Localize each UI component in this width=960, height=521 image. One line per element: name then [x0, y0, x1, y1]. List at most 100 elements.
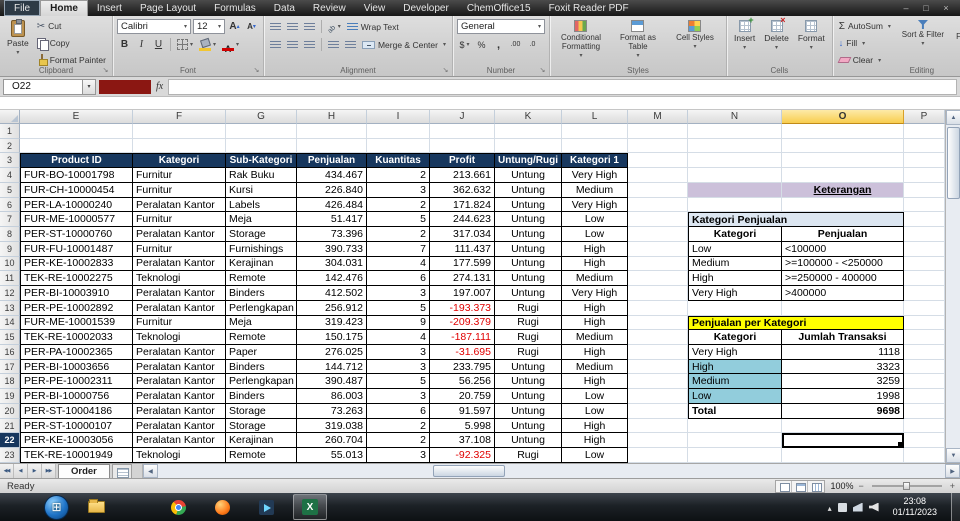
cell-I22[interactable]: 2 [367, 433, 430, 449]
underline-button[interactable]: U [151, 37, 166, 52]
cell-E2[interactable] [20, 138, 133, 154]
page-break-view-button[interactable] [808, 481, 824, 492]
cell-E1[interactable] [20, 124, 133, 139]
cell-I14[interactable]: 9 [367, 315, 430, 331]
cell-G21[interactable]: Storage [226, 418, 297, 434]
row-header-9[interactable]: 9 [0, 241, 20, 257]
insert-worksheet-button[interactable] [111, 464, 132, 478]
number-format-select[interactable]: General [456, 19, 545, 34]
cell-O23[interactable] [782, 448, 904, 463]
cut-button[interactable]: Cut [35, 19, 108, 33]
cell-J13[interactable]: -193.373 [430, 300, 495, 316]
cell-I20[interactable]: 6 [367, 403, 430, 419]
cell-P2[interactable] [904, 138, 945, 154]
cell-E18[interactable]: PER-PE-10002311 [20, 374, 133, 390]
cell-I11[interactable]: 6 [367, 271, 430, 287]
cell-H14[interactable]: 319.423 [297, 315, 367, 331]
cell-G8[interactable]: Storage [226, 227, 297, 242]
align-top-button[interactable] [268, 19, 283, 34]
cell-H2[interactable] [297, 138, 367, 154]
tray-volume-icon[interactable] [868, 502, 879, 512]
taskbar-chrome-button[interactable] [161, 494, 195, 520]
cell-G12[interactable]: Binders [226, 286, 297, 301]
cell-P16[interactable] [904, 345, 945, 360]
cell-K10[interactable]: Untung [495, 256, 562, 272]
cell-E3[interactable]: Product ID [20, 153, 133, 169]
cell-P18[interactable] [904, 374, 945, 390]
row-header-3[interactable]: 3 [0, 153, 20, 169]
cell-P5[interactable] [904, 182, 945, 198]
cell-G7[interactable]: Meja [226, 212, 297, 228]
cell-M1[interactable] [628, 124, 688, 139]
tray-network-icon[interactable] [852, 502, 863, 512]
cell-N19[interactable]: Low [688, 389, 782, 404]
align-left-button[interactable] [268, 37, 283, 52]
cell-H12[interactable]: 412.502 [297, 286, 367, 301]
increase-font-size-button[interactable] [227, 19, 242, 34]
taskbar-file-explorer-button[interactable] [79, 494, 113, 520]
cell-J22[interactable]: 37.108 [430, 433, 495, 449]
cell-J15[interactable]: -187.111 [430, 330, 495, 346]
cell-G11[interactable]: Remote [226, 271, 297, 287]
ribbon-tab-insert[interactable]: Insert [88, 0, 131, 16]
cell-J21[interactable]: 5.998 [430, 418, 495, 434]
row-header-13[interactable]: 13 [0, 300, 20, 316]
cell-G6[interactable]: Labels [226, 197, 297, 213]
cell-I13[interactable]: 5 [367, 300, 430, 316]
row-header-4[interactable]: 4 [0, 168, 20, 183]
cell-K3[interactable]: Untung/Rugi [495, 153, 562, 169]
cell-N3[interactable] [688, 153, 782, 169]
cell-P6[interactable] [904, 197, 945, 213]
cell-M9[interactable] [628, 241, 688, 257]
cell-F22[interactable]: Peralatan Kantor [133, 433, 226, 449]
cell-P10[interactable] [904, 256, 945, 272]
row-header-19[interactable]: 19 [0, 389, 20, 404]
cell-E20[interactable]: PER-ST-10004186 [20, 403, 133, 419]
cell-G10[interactable]: Kerajinan [226, 256, 297, 272]
cell-J19[interactable]: 20.759 [430, 389, 495, 404]
cell-E10[interactable]: PER-KE-10002833 [20, 256, 133, 272]
select-all-button[interactable] [0, 110, 20, 124]
font-dialog-launcher-icon[interactable] [252, 66, 261, 75]
cell-E22[interactable]: PER-KE-10003056 [20, 433, 133, 449]
align-center-button[interactable] [285, 37, 300, 52]
cell-H23[interactable]: 55.013 [297, 448, 367, 463]
ribbon-tab-foxit-reader-pdf[interactable]: Foxit Reader PDF [540, 0, 638, 16]
clipboard-dialog-launcher-icon[interactable] [101, 66, 110, 75]
cell-L13[interactable]: High [562, 300, 628, 316]
cell-N7[interactable]: Kategori Penjualan [688, 212, 904, 228]
page-layout-view-button[interactable] [792, 480, 809, 492]
cell-L4[interactable]: Very High [562, 168, 628, 183]
cell-F15[interactable]: Teknologi [133, 330, 226, 346]
cell-O20[interactable]: 9698 [782, 403, 904, 419]
cell-N21[interactable] [688, 418, 782, 434]
autosum-button[interactable]: AutoSum [837, 19, 893, 33]
cell-P7[interactable] [904, 212, 945, 228]
cell-K13[interactable]: Rugi [495, 300, 562, 316]
cell-H17[interactable]: 144.712 [297, 359, 367, 375]
cell-I1[interactable] [367, 124, 430, 139]
row-header-20[interactable]: 20 [0, 403, 20, 419]
format-cells-button[interactable]: Format [795, 19, 828, 52]
zoom-out-button[interactable] [858, 481, 863, 492]
column-header-K[interactable]: K [495, 110, 562, 124]
cell-H13[interactable]: 256.912 [297, 300, 367, 316]
cell-N5[interactable] [688, 182, 782, 198]
cell-H11[interactable]: 142.476 [297, 271, 367, 287]
fill-color-button[interactable] [197, 37, 218, 52]
alignment-dialog-launcher-icon[interactable] [441, 66, 450, 75]
cell-N15[interactable]: Kategori [688, 330, 782, 346]
cell-G23[interactable]: Remote [226, 448, 297, 463]
cell-L16[interactable]: High [562, 345, 628, 360]
taskbar-clock[interactable]: 23:08 01/11/2023 [885, 496, 945, 519]
cell-M14[interactable] [628, 315, 688, 331]
cell-E4[interactable]: FUR-BO-10001798 [20, 168, 133, 183]
cell-M8[interactable] [628, 227, 688, 242]
row-header-17[interactable]: 17 [0, 359, 20, 375]
cell-M3[interactable] [628, 153, 688, 169]
increase-decimal-button[interactable] [508, 37, 523, 52]
cell-H6[interactable]: 426.484 [297, 197, 367, 213]
cell-N8[interactable]: Kategori [688, 227, 782, 242]
row-header-18[interactable]: 18 [0, 374, 20, 390]
cell-O12[interactable]: >400000 [782, 286, 904, 301]
